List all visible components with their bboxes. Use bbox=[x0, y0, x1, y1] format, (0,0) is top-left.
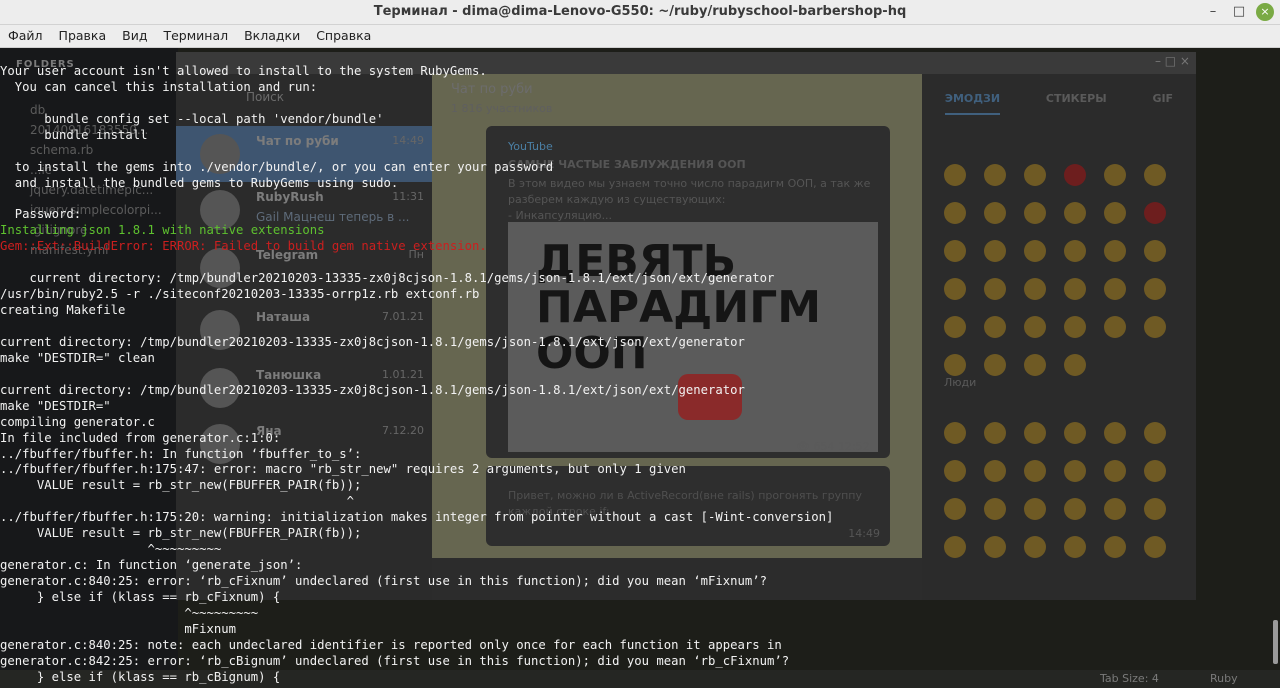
maximize-button[interactable]: □ bbox=[1230, 3, 1248, 21]
terminal-line: generator.c: In function ‘generate_json’… bbox=[0, 558, 303, 573]
terminal-line: ../fbuffer/fbuffer.h: In function ‘fbuff… bbox=[0, 446, 362, 461]
terminal-line: Gem::Ext::BuildError: ERROR: Failed to b… bbox=[0, 239, 487, 254]
terminal-line: bundle install bbox=[0, 127, 148, 142]
terminal-line: ^~~~~~~~~~ bbox=[0, 542, 222, 557]
terminal-line: creating Makefile bbox=[0, 303, 126, 318]
terminal-line: current directory: /tmp/bundler20210203-… bbox=[0, 271, 775, 286]
terminal-line: generator.c:840:25: error: ‘rb_cFixnum’ … bbox=[0, 574, 768, 588]
terminal-line: You can cancel this installation and run… bbox=[0, 79, 318, 94]
terminal-line: make "DESTDIR=" bbox=[0, 398, 111, 413]
window-title: Терминал - dima@dima-Lenovo-G550: ~/ruby… bbox=[373, 4, 907, 19]
window-titlebar[interactable]: Терминал - dima@dima-Lenovo-G550: ~/ruby… bbox=[0, 0, 1280, 25]
terminal-line: Installing json 1.8.1 with native extens… bbox=[0, 223, 325, 238]
terminal-line: /usr/bin/ruby2.5 -r ./siteconf20210203-1… bbox=[0, 287, 480, 302]
menu-view[interactable]: Вид bbox=[114, 25, 155, 47]
minimize-button[interactable]: – bbox=[1204, 3, 1222, 21]
terminal-line: to install the gems into ./vendor/bundle… bbox=[0, 159, 554, 174]
close-button[interactable]: × bbox=[1256, 3, 1274, 21]
terminal-line: ../fbuffer/fbuffer.h:175:20: warning: in… bbox=[0, 510, 834, 525]
menu-tabs[interactable]: Вкладки bbox=[236, 25, 308, 47]
terminal-line: ^~~~~~~~~~ bbox=[0, 605, 259, 620]
terminal-line: ../fbuffer/fbuffer.h:175:47: error: macr… bbox=[0, 462, 686, 477]
terminal-line: and install the bundled gems to RubyGems… bbox=[0, 175, 399, 190]
window-controls: – □ × bbox=[1204, 3, 1274, 21]
menu-file[interactable]: Файл bbox=[0, 25, 51, 47]
terminal-line: ^ bbox=[0, 494, 355, 509]
terminal-line: Password: bbox=[0, 207, 82, 222]
menu-help[interactable]: Справка bbox=[308, 25, 379, 47]
terminal-output[interactable]: Your user account isn't allowed to insta… bbox=[0, 64, 1270, 686]
terminal-line: VALUE result = rb_str_new(FBUFFER_PAIR(f… bbox=[0, 526, 362, 541]
terminal-line: } else if (klass == rb_cFixnum) { bbox=[0, 589, 281, 604]
terminal-line: bundle config set --local path 'vendor/b… bbox=[0, 111, 384, 126]
terminal-line: mFixnum bbox=[0, 621, 237, 636]
terminal-line: In file included from generator.c:1:0: bbox=[0, 430, 281, 445]
menu-edit[interactable]: Правка bbox=[51, 25, 115, 47]
terminal-line: Your user account isn't allowed to insta… bbox=[0, 64, 487, 78]
menu-terminal[interactable]: Терминал bbox=[155, 25, 236, 47]
terminal-line: } else if (klass == rb_cBignum) { bbox=[0, 669, 281, 684]
terminal-line: current directory: /tmp/bundler20210203-… bbox=[0, 382, 745, 397]
terminal-line: generator.c:842:25: error: ‘rb_cBignum’ … bbox=[0, 653, 790, 668]
terminal-line: current directory: /tmp/bundler20210203-… bbox=[0, 334, 745, 349]
terminal-line: generator.c:840:25: note: each undeclare… bbox=[0, 637, 782, 652]
menu-bar: Файл Правка Вид Терминал Вкладки Справка bbox=[0, 25, 1280, 48]
terminal-line: compiling generator.c bbox=[0, 414, 155, 429]
terminal-scrollbar[interactable] bbox=[1273, 620, 1278, 664]
terminal-line: VALUE result = rb_str_new(FBUFFER_PAIR(f… bbox=[0, 478, 362, 493]
terminal-line: make "DESTDIR=" clean bbox=[0, 350, 155, 365]
